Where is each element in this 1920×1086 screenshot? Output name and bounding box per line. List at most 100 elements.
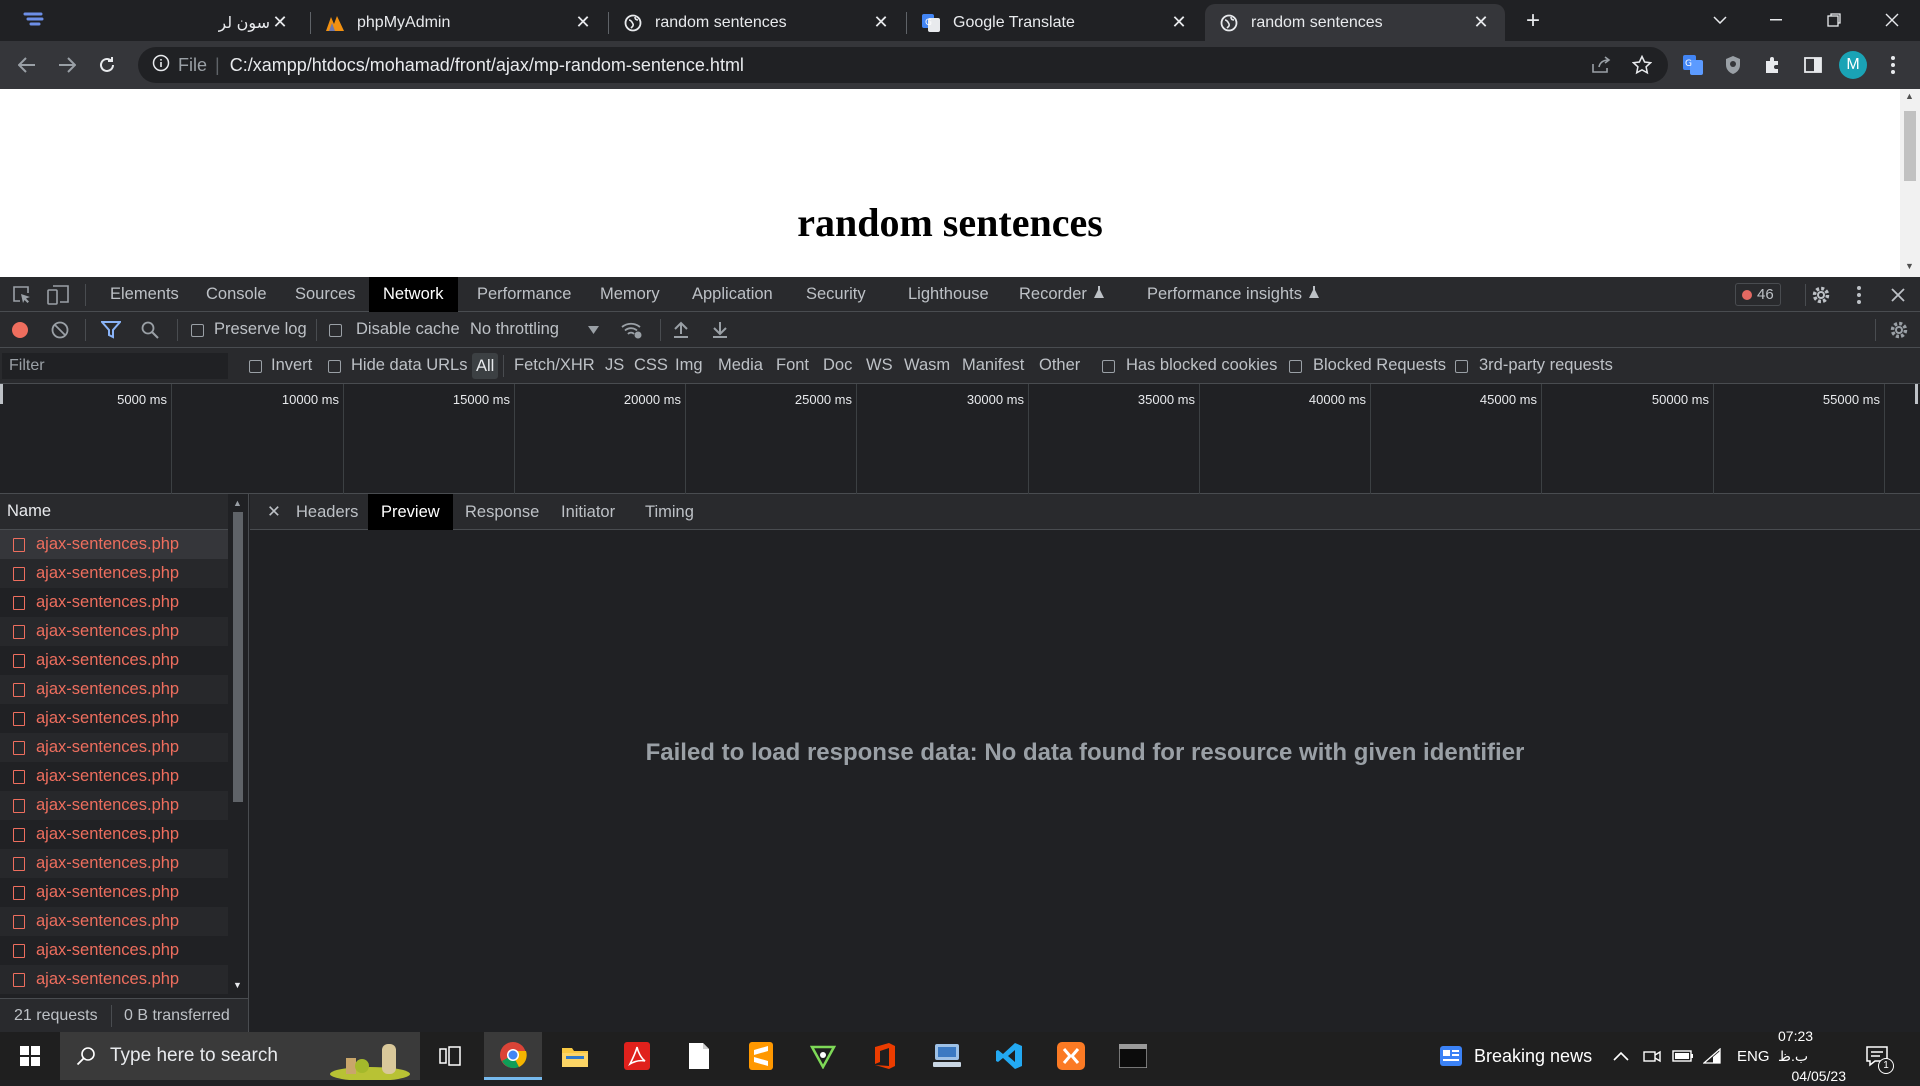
reload-icon[interactable] xyxy=(91,49,123,81)
devtools-tab-performance[interactable]: Performance xyxy=(463,277,585,312)
record-button[interactable] xyxy=(10,320,30,340)
input-language-indicator[interactable]: ENG xyxy=(1737,1032,1770,1080)
error-counter-badge[interactable]: 46 xyxy=(1735,283,1781,306)
overview-right-handle[interactable] xyxy=(1915,384,1918,404)
request-list-scroll-thumb[interactable] xyxy=(233,512,243,802)
devtools-tab-security[interactable]: Security xyxy=(792,277,880,312)
filter-type-ws[interactable]: WS xyxy=(866,356,893,375)
request-row[interactable]: ajax-sentences.php xyxy=(0,849,228,878)
profile-avatar[interactable]: M xyxy=(1839,51,1867,79)
column-header-name[interactable]: Name xyxy=(0,494,228,530)
devtools-more-kebab-icon[interactable] xyxy=(1847,282,1871,308)
request-row[interactable]: ajax-sentences.php xyxy=(0,704,228,733)
filter-type-img[interactable]: Img xyxy=(675,356,703,375)
network-settings-gear-icon[interactable] xyxy=(1886,318,1912,342)
request-row[interactable]: ajax-sentences.php xyxy=(0,907,228,936)
filter-type-all[interactable]: All xyxy=(472,353,499,379)
taskbar-office-icon[interactable] xyxy=(856,1032,914,1080)
wifi-icon[interactable] xyxy=(1703,1032,1721,1080)
bookmark-star-icon[interactable] xyxy=(1629,52,1655,78)
forward-arrow-icon[interactable] xyxy=(51,49,83,81)
page-scrollbar[interactable]: ▲ ▼ xyxy=(1900,89,1920,277)
network-overview-timeline[interactable]: 5000 ms 10000 ms 15000 ms 20000 ms 25000… xyxy=(0,384,1920,494)
import-har-upload-icon[interactable] xyxy=(671,320,691,340)
filter-type-css[interactable]: CSS xyxy=(634,356,668,375)
tab-close-icon[interactable]: ✕ xyxy=(270,12,290,33)
details-tab-headers[interactable]: Headers xyxy=(283,494,371,530)
news-widget[interactable]: Breaking news xyxy=(1440,1032,1592,1080)
devtools-tab-recorder[interactable]: Recorder xyxy=(1005,277,1119,312)
filter-type-manifest[interactable]: Manifest xyxy=(962,356,1024,375)
filter-type-fetch-xhr[interactable]: Fetch/XHR xyxy=(514,356,595,375)
taskbar-network-app-icon[interactable] xyxy=(918,1032,976,1080)
taskbar-acrobat-icon[interactable] xyxy=(608,1032,666,1080)
devtools-tab-performance-insights[interactable]: Performance insights xyxy=(1133,277,1334,312)
devtools-tab-console[interactable]: Console xyxy=(192,277,281,312)
taskbar-file-explorer-icon[interactable] xyxy=(546,1032,604,1080)
disable-cache-checkbox[interactable] xyxy=(329,324,342,337)
devtools-tab-sources[interactable]: Sources xyxy=(281,277,370,312)
notification-center-icon[interactable]: 1 xyxy=(1866,1032,1894,1080)
google-translate-extension-icon[interactable]: G xyxy=(1680,52,1706,78)
request-list-scrollbar[interactable]: ▲ ▼ xyxy=(228,494,248,998)
request-row[interactable]: ajax-sentences.php xyxy=(0,762,228,791)
side-panel-icon[interactable] xyxy=(1800,52,1826,78)
minimize-icon[interactable] xyxy=(1748,0,1804,40)
details-tab-preview[interactable]: Preview xyxy=(368,494,453,530)
devtools-tab-elements[interactable]: Elements xyxy=(96,277,193,312)
windows-start-icon[interactable] xyxy=(0,1032,60,1080)
throttling-dropdown-caret-icon[interactable] xyxy=(585,320,601,340)
filter-type-wasm[interactable]: Wasm xyxy=(904,356,950,375)
third-party-requests-checkbox[interactable] xyxy=(1455,360,1468,373)
shield-extension-icon[interactable] xyxy=(1720,52,1746,78)
share-icon[interactable] xyxy=(1588,52,1614,78)
request-row[interactable]: ajax-sentences.php xyxy=(0,733,228,762)
devtools-tab-application[interactable]: Application xyxy=(678,277,787,312)
request-row[interactable]: ajax-sentences.php xyxy=(0,559,228,588)
export-har-download-icon[interactable] xyxy=(710,320,730,340)
taskbar-chrome-icon[interactable] xyxy=(484,1032,542,1080)
details-tab-initiator[interactable]: Initiator xyxy=(548,494,628,530)
back-arrow-icon[interactable] xyxy=(11,49,43,81)
close-window-icon[interactable] xyxy=(1864,0,1920,40)
taskbar-terminal-icon[interactable] xyxy=(1104,1032,1162,1080)
scroll-up-arrow-icon[interactable]: ▲ xyxy=(233,498,242,508)
taskbar-notepad-icon[interactable] xyxy=(670,1032,728,1080)
browser-tab-2[interactable]: phpMyAdmin ✕ xyxy=(311,4,607,41)
tab-close-icon[interactable]: ✕ xyxy=(1471,12,1491,33)
browser-tab-5-active[interactable]: random sentences ✕ xyxy=(1205,4,1505,41)
details-tab-timing[interactable]: Timing xyxy=(632,494,707,530)
browser-tab-4[interactable]: G Google Translate ✕ xyxy=(907,4,1203,41)
taskbar-vscode-icon[interactable] xyxy=(980,1032,1038,1080)
request-row[interactable]: ajax-sentences.php xyxy=(0,965,228,994)
overview-left-handle[interactable] xyxy=(0,384,3,404)
request-row[interactable]: ajax-sentences.php xyxy=(0,791,228,820)
taskbar-xampp-icon[interactable] xyxy=(1042,1032,1100,1080)
taskbar-sublime-text-icon[interactable] xyxy=(732,1032,790,1080)
request-row[interactable]: ajax-sentences.php xyxy=(0,646,228,675)
clear-icon[interactable] xyxy=(50,320,70,340)
browser-tab-3[interactable]: random sentences ✕ xyxy=(609,4,905,41)
scroll-up-arrow-icon[interactable]: ▲ xyxy=(1905,91,1914,101)
filter-type-font[interactable]: Font xyxy=(776,356,809,375)
has-blocked-cookies-checkbox[interactable] xyxy=(1102,360,1115,373)
invert-checkbox[interactable] xyxy=(249,360,262,373)
meet-camera-icon[interactable] xyxy=(1643,1032,1661,1080)
info-icon[interactable] xyxy=(152,54,170,77)
tab-close-icon[interactable]: ✕ xyxy=(1169,12,1189,33)
tab-search-icon[interactable] xyxy=(20,10,48,30)
browser-tab-1[interactable]: سون لرن ✕ xyxy=(204,4,304,41)
devtools-tab-lighthouse[interactable]: Lighthouse xyxy=(894,277,1003,312)
tab-close-icon[interactable]: ✕ xyxy=(871,12,891,33)
show-hidden-icons-chevron-icon[interactable] xyxy=(1613,1032,1629,1080)
devtools-tab-network[interactable]: Network xyxy=(369,277,458,312)
page-scrollbar-thumb[interactable] xyxy=(1904,111,1916,181)
devtools-close-icon[interactable] xyxy=(1885,282,1911,308)
blocked-requests-checkbox[interactable] xyxy=(1289,360,1302,373)
device-toolbar-icon[interactable] xyxy=(46,283,70,307)
taskbar-vectorizer-icon[interactable] xyxy=(794,1032,852,1080)
restore-icon[interactable] xyxy=(1806,0,1862,40)
tab-list-chevron-icon[interactable] xyxy=(1692,0,1748,40)
request-row[interactable]: ajax-sentences.php xyxy=(0,820,228,849)
filter-type-other[interactable]: Other xyxy=(1039,356,1080,375)
